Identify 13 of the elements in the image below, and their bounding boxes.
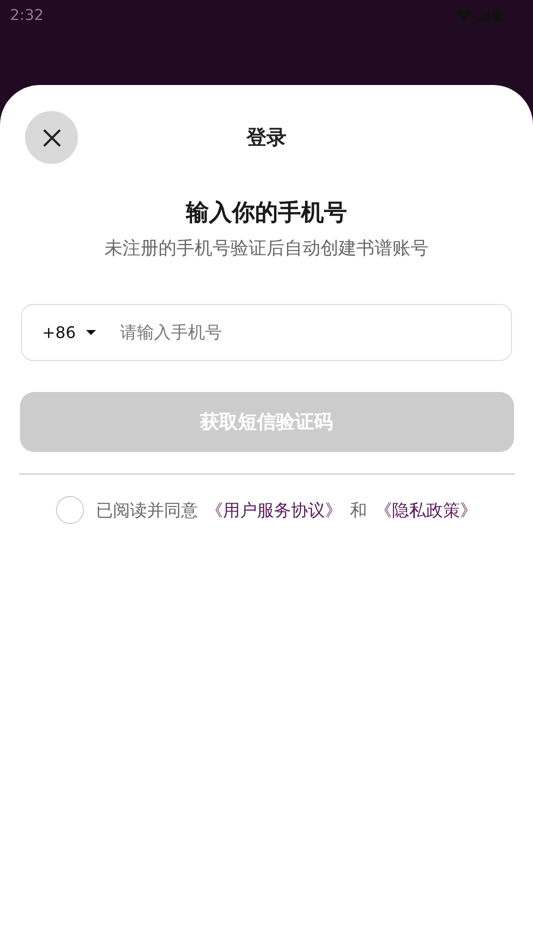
subtitle: 未注册的手机号验证后自动创建书谱账号 [104,237,428,260]
status-time: 2:32 [10,6,44,24]
heading: 输入你的手机号 [186,199,347,228]
dropdown-caret-icon [86,330,96,336]
phone-field[interactable]: +86 请输入手机号 [21,304,512,361]
country-code-selector[interactable]: +86 [42,323,96,342]
policy-link[interactable]: 《隐私政策》 [375,498,477,522]
sheet-title: 登录 [246,124,286,150]
agreement-text: 已阅读并同意 [96,500,198,522]
agreement-checkbox[interactable] [56,496,84,524]
agreement-text: 和 [350,500,367,522]
policy-link[interactable]: 《用户服务协议》 [206,498,342,522]
close-icon [42,128,62,148]
